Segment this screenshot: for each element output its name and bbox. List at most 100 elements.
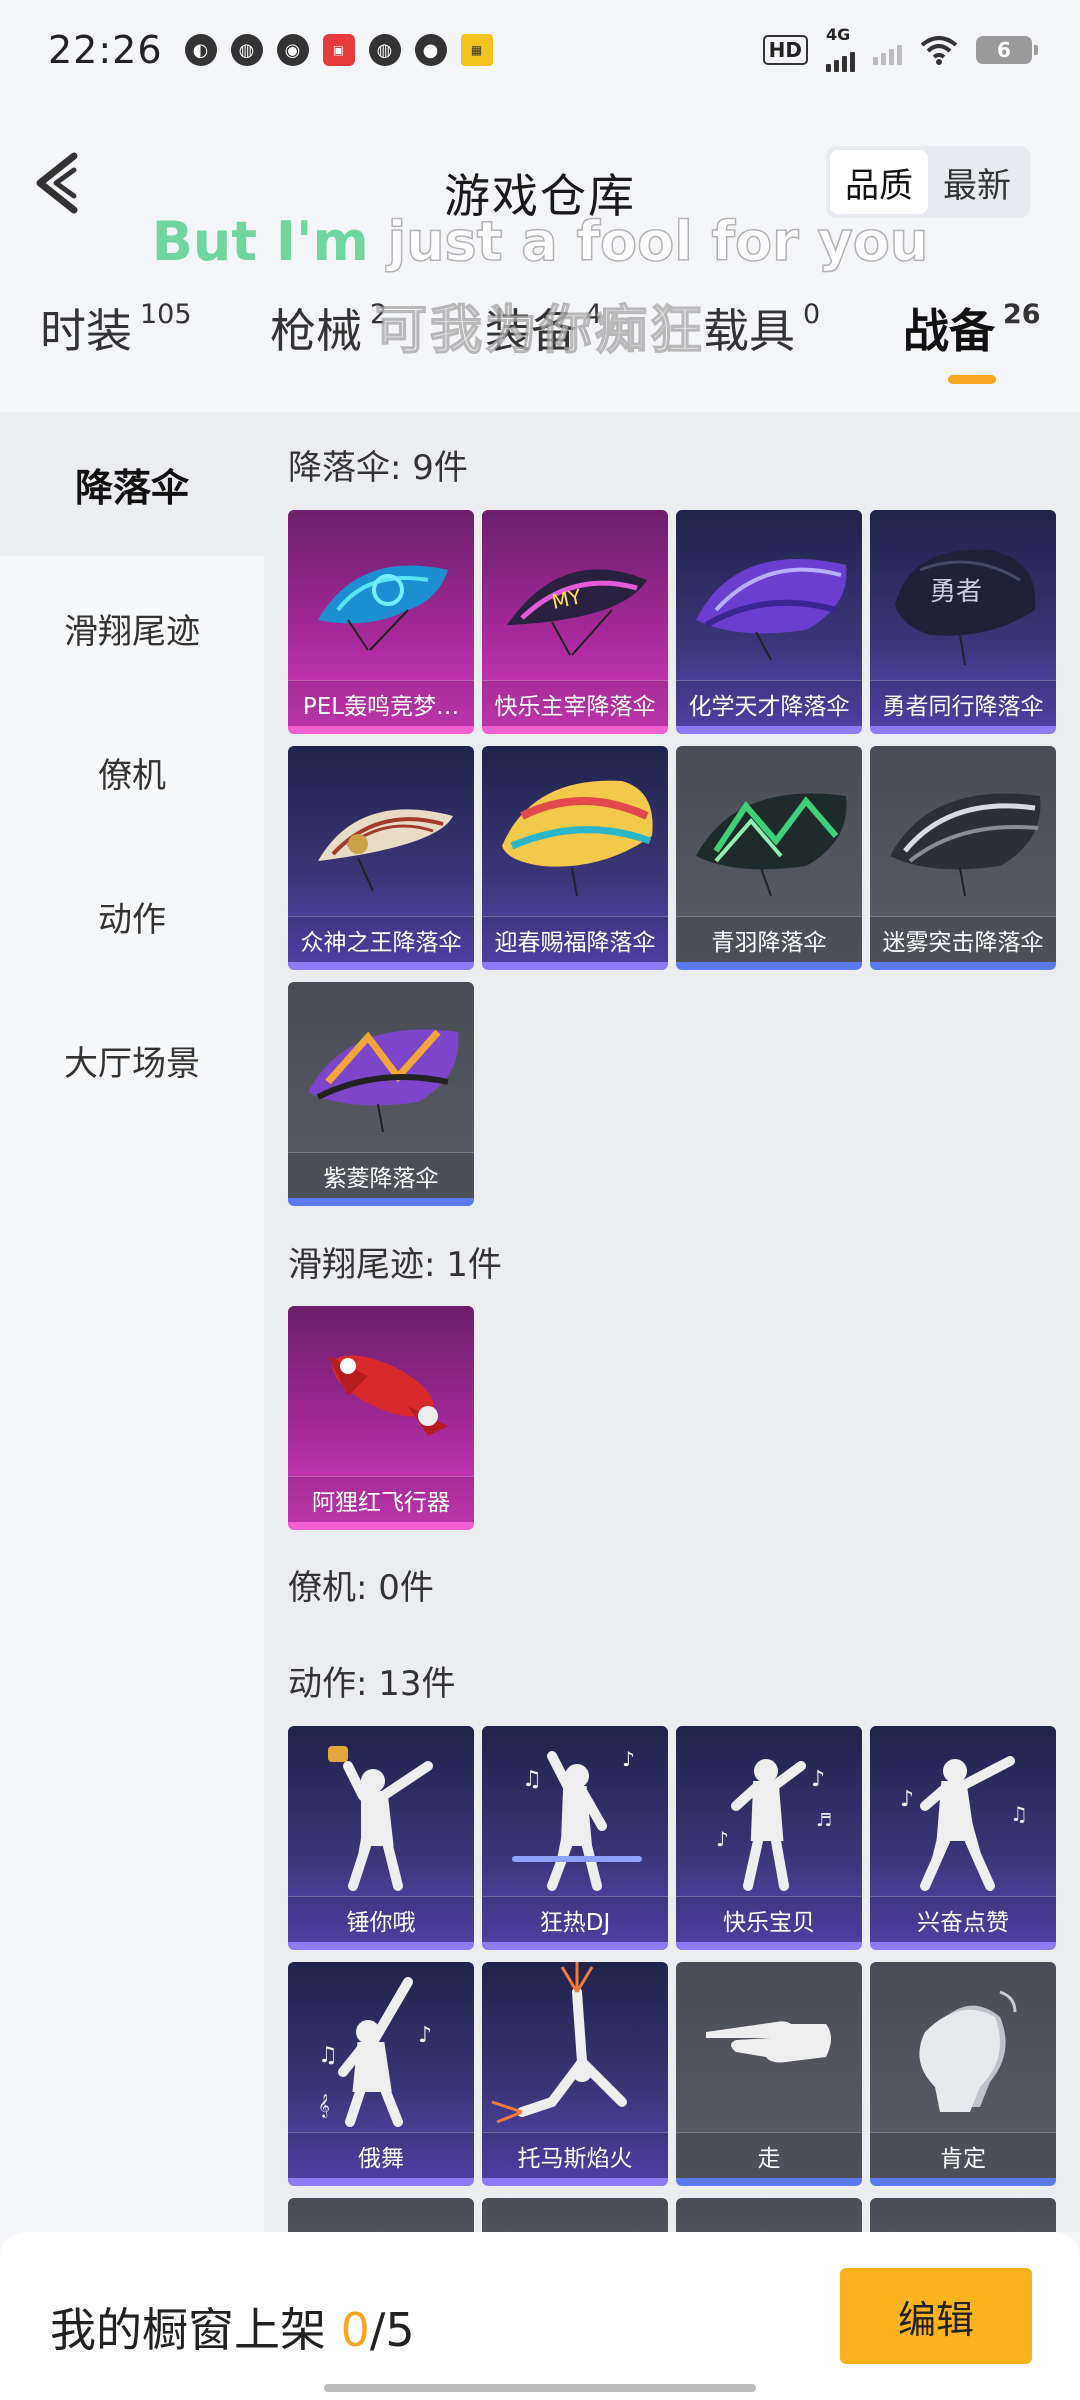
item-card-emote[interactable]: ♪ ♫ 兴奋点赞 <box>870 1726 1056 1950</box>
item-name: 走 <box>676 2132 862 2178</box>
weibo-icon: ◐ <box>184 34 217 66</box>
tab-count: 2 <box>370 298 388 330</box>
item-card-emote[interactable]: ♫ ♪ 𝄞 俄舞 <box>288 1962 474 2186</box>
dancer-icon: ♫♪ <box>512 1747 642 1891</box>
item-card-parachute[interactable]: 众神之王降落伞 <box>288 746 474 970</box>
tab-firearms[interactable]: 枪械 2 <box>270 295 387 361</box>
nodding-head-icon <box>919 1990 1017 2112</box>
svg-text:♪: ♪ <box>418 2023 432 2048</box>
shelf-current-count: 0 <box>340 2303 370 2357</box>
svg-text:♬: ♬ <box>816 1810 832 1831</box>
item-name: 狂热DJ <box>482 1896 668 1942</box>
item-name: PEL轰鸣竞梦… <box>288 680 474 726</box>
tab-label: 载具 <box>703 304 795 358</box>
item-card-emote-partial[interactable] <box>482 2198 668 2232</box>
item-name: 紫菱降落伞 <box>288 1152 474 1198</box>
tab-count: 26 <box>1003 298 1041 330</box>
item-name: 勇者同行降落伞 <box>870 680 1056 726</box>
item-card-emote[interactable]: 托马斯焰火 <box>482 1962 668 2186</box>
item-card-parachute[interactable]: 青羽降落伞 <box>676 746 862 970</box>
item-card-emote[interactable]: ♫ ♪ 狂热DJ <box>482 1726 668 1950</box>
tab-count: 105 <box>140 298 192 330</box>
svg-text:𝄞: 𝄞 <box>318 2093 330 2118</box>
edit-button[interactable]: 编辑 <box>840 2268 1032 2364</box>
tab-count: 0 <box>803 298 821 330</box>
header: 游戏仓库 品质 最新 But I'm just a fool for you <box>0 120 1080 274</box>
svg-text:♪: ♪ <box>811 1767 825 1792</box>
item-name: 快乐主宰降落伞 <box>482 680 668 726</box>
parachute-icon <box>318 565 448 651</box>
parachute-icon <box>890 793 1041 897</box>
parachute-icon <box>318 809 453 892</box>
parachute-icon <box>696 793 847 897</box>
status-right: HD 4G 6 <box>762 25 1038 72</box>
sidebar: 降落伞 滑翔尾迹 僚机 动作 大厅场景 <box>0 412 264 2232</box>
item-card-emote[interactable]: 肯定 <box>870 1962 1056 2186</box>
status-time: 22:26 <box>48 28 163 72</box>
wechat-icon: ◍ <box>230 34 263 66</box>
home-indicator[interactable] <box>324 2384 756 2392</box>
shelf-status: 我的橱窗上架 0/5 <box>50 2294 415 2360</box>
item-card-glide-trail[interactable]: 阿狸红飞行器 <box>288 1306 474 1530</box>
signal-4g-icon: 4G <box>826 25 855 72</box>
sort-quality-button[interactable]: 品质 <box>830 150 928 214</box>
tab-label: 战备 <box>903 304 995 358</box>
item-card-parachute[interactable]: 迷雾突击降落伞 <box>870 746 1056 970</box>
parachute-icon <box>308 1029 459 1133</box>
message-icon: ● <box>414 34 447 66</box>
sidebar-item-glide-trail[interactable]: 滑翔尾迹 <box>0 556 264 700</box>
category-tabs: 时装 105 枪械 2 装备 4 载具 0 战备 26 <box>0 295 1080 395</box>
item-name: 青羽降落伞 <box>676 916 862 962</box>
item-card-parachute[interactable]: PEL轰鸣竞梦… <box>288 510 474 734</box>
item-name: 迎春赐福降落伞 <box>482 916 668 962</box>
section-title-parachute: 降落伞: 9件 <box>288 448 468 488</box>
item-list: 降落伞: 9件 PEL轰鸣竞梦… MY 快乐主宰降落伞 化学天才降落伞 勇者 勇… <box>264 412 1080 2232</box>
item-card-emote-partial[interactable] <box>288 2198 474 2232</box>
network-type: 4G <box>826 25 851 44</box>
parachute-icon: 勇者 <box>895 549 1036 666</box>
sidebar-item-emote[interactable]: 动作 <box>0 844 264 988</box>
svg-text:♫: ♫ <box>1010 1802 1028 1826</box>
item-name: 俄舞 <box>288 2132 474 2178</box>
item-card-parachute[interactable]: 迎春赐福降落伞 <box>482 746 668 970</box>
item-name: 化学天才降落伞 <box>676 680 862 726</box>
tab-equipment[interactable]: 装备 4 <box>485 295 602 361</box>
section-title-wingman: 僚机: 0件 <box>288 1568 434 1608</box>
tab-vehicles[interactable]: 载具 0 <box>703 295 820 361</box>
parachute-icon <box>502 780 653 897</box>
tab-label: 枪械 <box>270 304 362 358</box>
item-name: 阿狸红飞行器 <box>288 1476 474 1522</box>
item-card-parachute[interactable]: 紫菱降落伞 <box>288 982 474 1206</box>
active-tab-indicator <box>948 375 996 384</box>
item-name: 肯定 <box>870 2132 1056 2178</box>
tab-combat-gear[interactable]: 战备 26 <box>903 295 1041 361</box>
sidebar-item-wingman[interactable]: 僚机 <box>0 700 264 844</box>
item-name: 快乐宝贝 <box>676 1896 862 1942</box>
tab-fashion[interactable]: 时装 105 <box>40 295 192 361</box>
item-card-emote[interactable]: 锤你哦 <box>288 1726 474 1950</box>
sidebar-item-parachute[interactable]: 降落伞 <box>0 412 264 556</box>
item-card-parachute[interactable]: 化学天才降落伞 <box>676 510 862 734</box>
sidebar-item-lobby-scene[interactable]: 大厅场景 <box>0 988 264 1132</box>
tab-label: 装备 <box>485 304 577 358</box>
signal-2-icon <box>873 35 902 65</box>
aircraft-icon <box>328 1355 448 1436</box>
svg-text:♫: ♫ <box>522 1767 542 1792</box>
sort-toggle: 品质 最新 <box>826 146 1030 218</box>
section-title-glide-trail: 滑翔尾迹: 1件 <box>288 1245 502 1285</box>
item-card-emote[interactable]: 走 <box>676 1962 862 2186</box>
item-name: 兴奋点赞 <box>870 1896 1056 1942</box>
item-card-emote-partial[interactable] <box>676 2198 862 2232</box>
status-bar: 22:26 ◐ ◍ ◉ ▣ ◍ ● ▦ HD 4G 6 <box>0 0 1080 100</box>
parachute-icon: MY <box>507 569 647 656</box>
dancer-icon: ♪ ♪ ♬ <box>716 1759 832 1891</box>
dancer-icon <box>328 1746 433 1891</box>
shelf-total: /5 <box>369 2303 415 2357</box>
qq-icon: ◉ <box>276 34 309 66</box>
item-card-emote-partial[interactable] <box>870 2198 1056 2232</box>
item-card-parachute[interactable]: MY 快乐主宰降落伞 <box>482 510 668 734</box>
item-card-parachute[interactable]: 勇者 勇者同行降落伞 <box>870 510 1056 734</box>
svg-text:♫: ♫ <box>318 2043 338 2068</box>
item-card-emote[interactable]: ♪ ♪ ♬ 快乐宝贝 <box>676 1726 862 1950</box>
sort-latest-button[interactable]: 最新 <box>928 150 1026 214</box>
